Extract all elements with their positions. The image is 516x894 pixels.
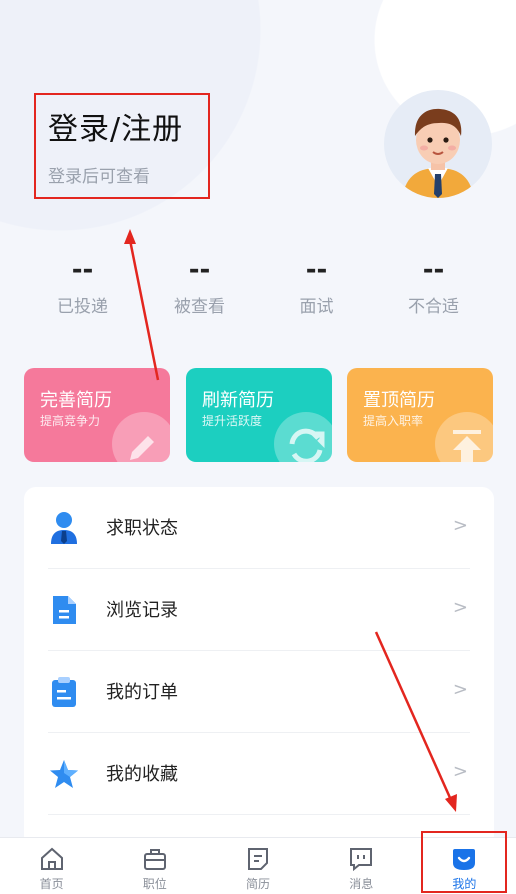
stat-unsuitable[interactable]: -- 不合适 bbox=[375, 256, 492, 326]
stat-value: -- bbox=[422, 255, 445, 285]
refresh-resume-card[interactable]: 刷新简历 提升活跃度 bbox=[186, 368, 332, 462]
stat-label: 已投递 bbox=[57, 297, 108, 317]
menu-item-label: 求职状态 bbox=[106, 518, 178, 539]
card-subtitle: 提升活跃度 bbox=[202, 414, 263, 428]
tab-resume[interactable]: 简历 bbox=[206, 838, 309, 894]
menu-item-my-orders[interactable]: 我的订单 > bbox=[24, 651, 494, 733]
pencil-icon bbox=[112, 412, 170, 462]
stat-label: 被查看 bbox=[174, 297, 225, 317]
briefcase-icon bbox=[143, 849, 166, 870]
refresh-icon bbox=[274, 412, 332, 462]
card-title: 置顶简历 bbox=[363, 390, 435, 411]
chevron-right-icon: > bbox=[452, 515, 468, 536]
card-subtitle: 提高入职率 bbox=[363, 414, 424, 428]
stat-value: -- bbox=[305, 255, 328, 285]
resume-icon bbox=[248, 848, 268, 870]
card-subtitle: 提高竞争力 bbox=[40, 414, 101, 428]
stat-label: 不合适 bbox=[408, 297, 459, 317]
star-icon bbox=[48, 757, 80, 791]
tab-home[interactable]: 首页 bbox=[0, 838, 103, 894]
chevron-right-icon: > bbox=[452, 679, 468, 700]
card-title: 刷新简历 bbox=[202, 390, 274, 411]
annotation-box-login bbox=[34, 93, 210, 199]
menu-item-label: 我的订单 bbox=[106, 682, 178, 703]
menu-item-my-favorites[interactable]: 我的收藏 > bbox=[24, 733, 494, 815]
person-icon bbox=[48, 511, 80, 545]
stat-viewed[interactable]: -- 被查看 bbox=[141, 256, 258, 326]
tab-label: 简历 bbox=[246, 877, 271, 891]
stats-row: -- 已投递 -- 被查看 -- 面试 -- 不合适 bbox=[24, 256, 492, 326]
tab-label: 职位 bbox=[142, 877, 167, 891]
stat-value: -- bbox=[71, 255, 94, 285]
stat-interview[interactable]: -- 面试 bbox=[258, 256, 375, 326]
improve-resume-card[interactable]: 完善简历 提高竞争力 bbox=[24, 368, 170, 462]
document-icon bbox=[48, 593, 80, 627]
menu-item-label: 我的收藏 bbox=[106, 764, 178, 785]
tab-jobs[interactable]: 职位 bbox=[103, 838, 206, 894]
menu-list: 求职状态 > 浏览记录 > 我的订单 > 我的收藏 > bbox=[24, 487, 494, 847]
card-title: 完善简历 bbox=[40, 390, 112, 411]
clipboard-icon bbox=[48, 675, 80, 709]
tab-label: 消息 bbox=[349, 877, 374, 891]
avatar[interactable] bbox=[384, 90, 492, 198]
annotation-box-profile-tab bbox=[421, 831, 507, 893]
tab-messages[interactable]: 消息 bbox=[310, 838, 413, 894]
resume-action-cards: 完善简历 提高竞争力 刷新简历 提升活跃度 置顶简历 提高入职率 bbox=[24, 368, 494, 462]
stat-delivered[interactable]: -- 已投递 bbox=[24, 256, 141, 326]
menu-item-label: 浏览记录 bbox=[106, 600, 178, 621]
avatar-illustration-icon bbox=[402, 108, 474, 198]
message-icon bbox=[350, 848, 373, 872]
top-resume-card[interactable]: 置顶简历 提高入职率 bbox=[347, 368, 493, 462]
menu-item-job-status[interactable]: 求职状态 > bbox=[24, 487, 494, 569]
chevron-right-icon: > bbox=[452, 597, 468, 618]
home-icon bbox=[40, 847, 63, 870]
arrow-up-icon bbox=[435, 412, 493, 462]
tab-label: 首页 bbox=[39, 877, 64, 891]
stat-value: -- bbox=[188, 255, 211, 285]
menu-item-browse-history[interactable]: 浏览记录 > bbox=[24, 569, 494, 651]
divider bbox=[48, 814, 470, 815]
stat-label: 面试 bbox=[299, 297, 334, 317]
chevron-right-icon: > bbox=[452, 761, 468, 782]
